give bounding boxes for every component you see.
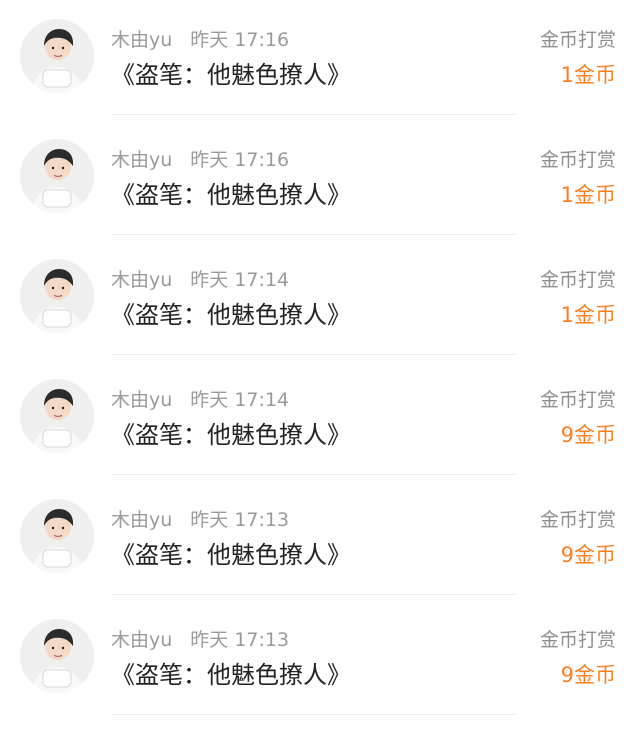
book-title[interactable]: 《盗笔：他魅色撩人》	[111, 657, 351, 693]
timestamp: 昨天 17:14	[190, 389, 290, 411]
divider	[111, 114, 516, 115]
reward-type: 金币打赏	[539, 149, 616, 171]
list-item[interactable]: 木由yu 昨天 17:13 《盗笔：他魅色撩人》 金币打赏 9金币	[0, 600, 640, 720]
meta-line: 木由yu 昨天 17:14	[111, 266, 289, 294]
book-title[interactable]: 《盗笔：他魅色撩人》	[111, 537, 351, 573]
list-item[interactable]: 木由yu 昨天 17:16 《盗笔：他魅色撩人》 金币打赏 1金币	[0, 0, 640, 120]
username: 木由yu	[111, 269, 173, 291]
divider	[111, 234, 516, 235]
username: 木由yu	[111, 389, 173, 411]
list-item[interactable]: 木由yu 昨天 17:16 《盗笔：他魅色撩人》 金币打赏 1金币	[0, 120, 640, 240]
avatar[interactable]	[20, 139, 94, 213]
reward-amount: 9金币	[560, 663, 616, 687]
book-title[interactable]: 《盗笔：他魅色撩人》	[111, 177, 351, 213]
list-item[interactable]: 木由yu 昨天 17:14 《盗笔：他魅色撩人》 金币打赏 9金币	[0, 360, 640, 480]
meta-line: 木由yu 昨天 17:14	[111, 386, 289, 414]
username: 木由yu	[111, 509, 173, 531]
divider	[111, 474, 516, 475]
avatar[interactable]	[20, 379, 94, 453]
username: 木由yu	[111, 629, 173, 651]
avatar[interactable]	[20, 619, 94, 693]
book-title[interactable]: 《盗笔：他魅色撩人》	[111, 57, 351, 93]
reward-type: 金币打赏	[539, 269, 616, 291]
avatar[interactable]	[20, 19, 94, 93]
timestamp: 昨天 17:13	[190, 629, 290, 651]
avatar[interactable]	[20, 259, 94, 333]
reward-type: 金币打赏	[539, 629, 616, 651]
username: 木由yu	[111, 149, 173, 171]
reward-amount: 9金币	[560, 423, 616, 447]
avatar[interactable]	[20, 499, 94, 573]
reward-amount: 1金币	[560, 183, 616, 207]
meta-line: 木由yu 昨天 17:16	[111, 146, 289, 174]
timestamp: 昨天 17:14	[190, 269, 290, 291]
meta-line: 木由yu 昨天 17:13	[111, 506, 289, 534]
reward-type: 金币打赏	[539, 509, 616, 531]
book-title[interactable]: 《盗笔：他魅色撩人》	[111, 297, 351, 333]
reward-amount: 1金币	[560, 303, 616, 327]
meta-line: 木由yu 昨天 17:16	[111, 26, 289, 54]
timestamp: 昨天 17:16	[190, 149, 290, 171]
list-item[interactable]: 木由yu 昨天 17:13 《盗笔：他魅色撩人》 金币打赏 9金币	[0, 480, 640, 600]
reward-amount: 9金币	[560, 543, 616, 567]
reward-amount: 1金币	[560, 63, 616, 87]
reward-record-list: 木由yu 昨天 17:16 《盗笔：他魅色撩人》 金币打赏 1金币 木由yu 昨天 …	[0, 0, 640, 730]
divider	[111, 714, 516, 715]
divider	[111, 594, 516, 595]
divider	[111, 354, 516, 355]
book-title[interactable]: 《盗笔：他魅色撩人》	[111, 417, 351, 453]
list-item[interactable]: 木由yu 昨天 17:14 《盗笔：他魅色撩人》 金币打赏 1金币	[0, 240, 640, 360]
meta-line: 木由yu 昨天 17:13	[111, 626, 289, 654]
timestamp: 昨天 17:16	[190, 29, 290, 51]
reward-type: 金币打赏	[539, 29, 616, 51]
username: 木由yu	[111, 29, 173, 51]
timestamp: 昨天 17:13	[190, 509, 290, 531]
reward-type: 金币打赏	[539, 389, 616, 411]
